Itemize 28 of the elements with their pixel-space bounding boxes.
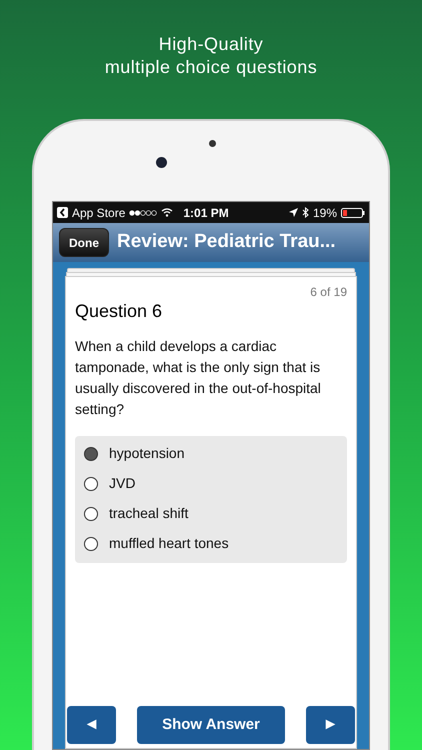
radio-unselected[interactable] xyxy=(84,506,98,520)
next-button[interactable]: ► xyxy=(306,706,355,744)
option-label[interactable]: tracheal shift xyxy=(109,503,188,524)
radio-unselected[interactable] xyxy=(84,476,98,490)
headline-text: High-Quality xyxy=(158,33,264,56)
battery-percent: 19% xyxy=(312,204,337,222)
option-label[interactable]: hypotension xyxy=(109,443,185,464)
back-label[interactable]: App Store xyxy=(72,204,126,222)
battery-icon xyxy=(341,208,365,218)
camera-icon xyxy=(156,157,167,168)
done-button[interactable]: Done xyxy=(59,228,109,257)
question-text: When a child develops a cardiac tamponade, what is the only sign that is usually discovered in the out-of-hospital setting? xyxy=(75,337,322,419)
location-icon xyxy=(288,208,298,217)
radio-selected[interactable] xyxy=(84,446,98,460)
option-label[interactable]: muffled heart tones xyxy=(109,533,229,554)
bluetooth-icon xyxy=(302,207,309,218)
previous-button[interactable]: ◄ xyxy=(67,706,116,744)
back-icon xyxy=(57,207,68,218)
option-label[interactable]: JVD xyxy=(109,473,136,494)
question-title: Question 6 xyxy=(75,300,164,323)
status-time: 1:01 PM xyxy=(183,204,229,222)
headline-text: multiple choice questions xyxy=(104,56,318,79)
signal-icon xyxy=(129,210,158,216)
wifi-icon xyxy=(161,208,174,217)
radio-unselected[interactable] xyxy=(84,536,98,550)
show-answer-button[interactable]: Show Answer xyxy=(137,706,285,744)
nav-title: Review: Pediatric Trau... xyxy=(117,230,336,254)
question-counter: 6 of 19 xyxy=(310,284,347,301)
